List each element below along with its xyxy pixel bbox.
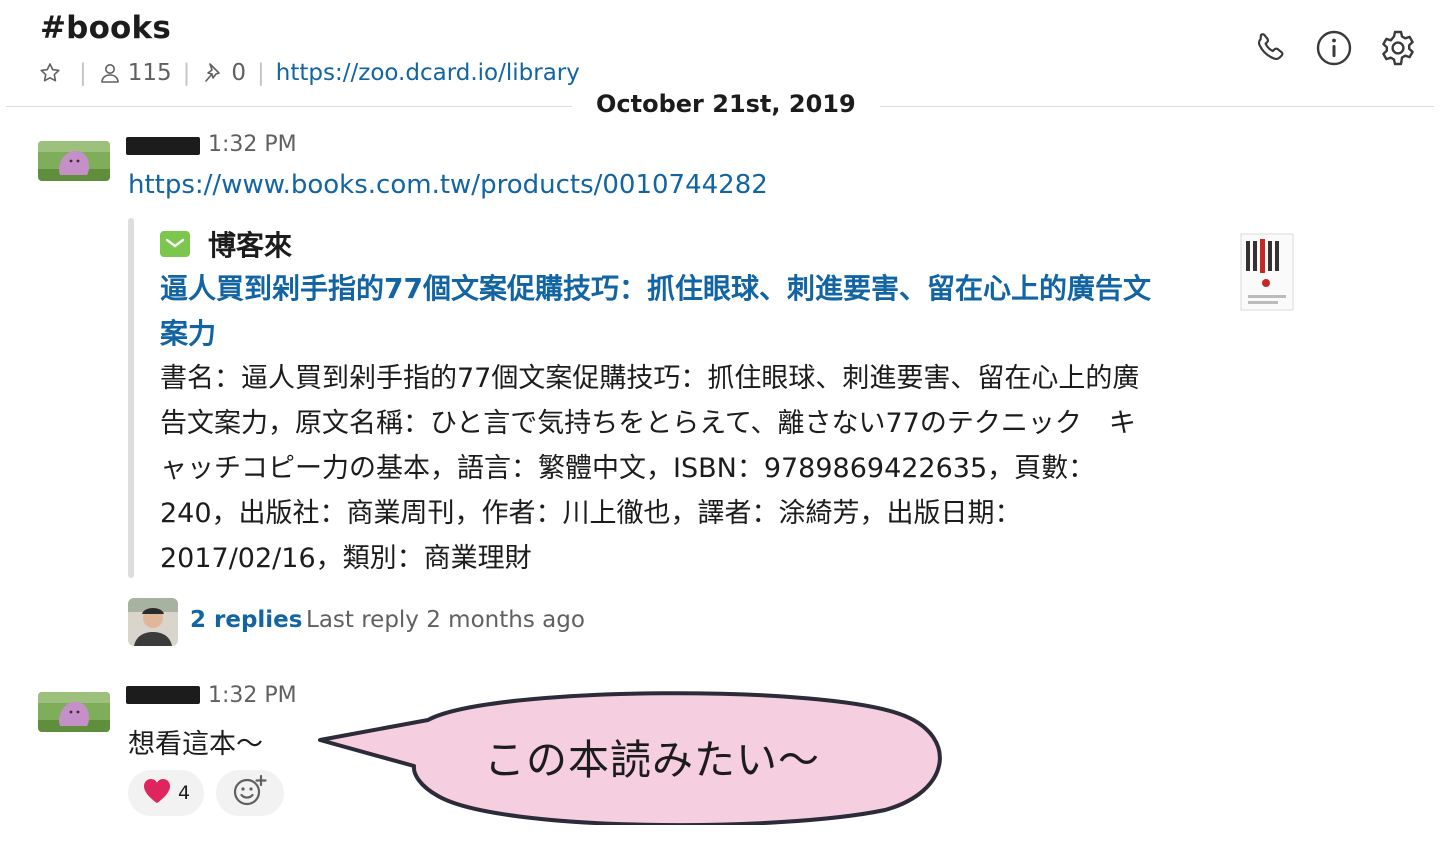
- message-timestamp[interactable]: 1:32 PM: [208, 132, 297, 157]
- sender-name-redacted[interactable]: [126, 686, 200, 704]
- reaction-heart[interactable]: 4: [128, 770, 204, 816]
- thread-reply-avatar[interactable]: [128, 598, 178, 646]
- attachment-title[interactable]: 逼人買到剁手指的77個文案促購技巧：抓住眼球、刺進要害、留在心上的廣告文案力: [160, 266, 1160, 356]
- message-link[interactable]: https://www.books.com.tw/products/001074…: [128, 170, 768, 200]
- info-icon[interactable]: [1314, 28, 1354, 68]
- avatar[interactable]: [38, 692, 110, 732]
- header-actions: [1250, 28, 1418, 68]
- message-timestamp[interactable]: 1:32 PM: [208, 683, 297, 708]
- reaction-count: 4: [177, 782, 191, 804]
- service-icon: [160, 231, 190, 257]
- channel-topic-link[interactable]: https://zoo.dcard.io/library: [276, 60, 580, 86]
- date-divider[interactable]: October 21st, 2019: [572, 88, 880, 120]
- add-reaction-button[interactable]: [216, 770, 284, 816]
- add-emoji-icon: [232, 774, 268, 812]
- member-count[interactable]: 115: [128, 60, 172, 86]
- attachment-service-name: 博客來: [208, 229, 293, 262]
- book-thumbnail[interactable]: [1240, 233, 1294, 311]
- avatar[interactable]: [38, 141, 110, 181]
- thread-replies-link[interactable]: 2 replies: [190, 607, 302, 633]
- speech-bubble-text: この本読みたい〜: [484, 736, 820, 784]
- pin-icon[interactable]: [201, 61, 225, 85]
- attachment-description: 書名：逼人買到剁手指的77個文案促購技巧：抓住眼球、刺進要害、留在心上的廣告文案…: [160, 363, 1140, 574]
- star-icon[interactable]: [38, 61, 62, 85]
- sender-name-redacted[interactable]: [126, 137, 200, 155]
- attachment-bar: [128, 218, 134, 578]
- gear-icon[interactable]: [1378, 28, 1418, 68]
- pinned-count[interactable]: 0: [231, 60, 246, 86]
- message-text: 想看這本～: [128, 729, 263, 760]
- thread-last-reply: Last reply 2 months ago: [306, 607, 585, 633]
- members-icon[interactable]: [98, 61, 122, 85]
- phone-icon[interactable]: [1250, 28, 1290, 68]
- channel-title[interactable]: #books: [40, 10, 171, 46]
- channel-meta: | 115 | 0 | https://zoo.dcard.io/library: [38, 58, 580, 88]
- heart-icon: [142, 777, 172, 809]
